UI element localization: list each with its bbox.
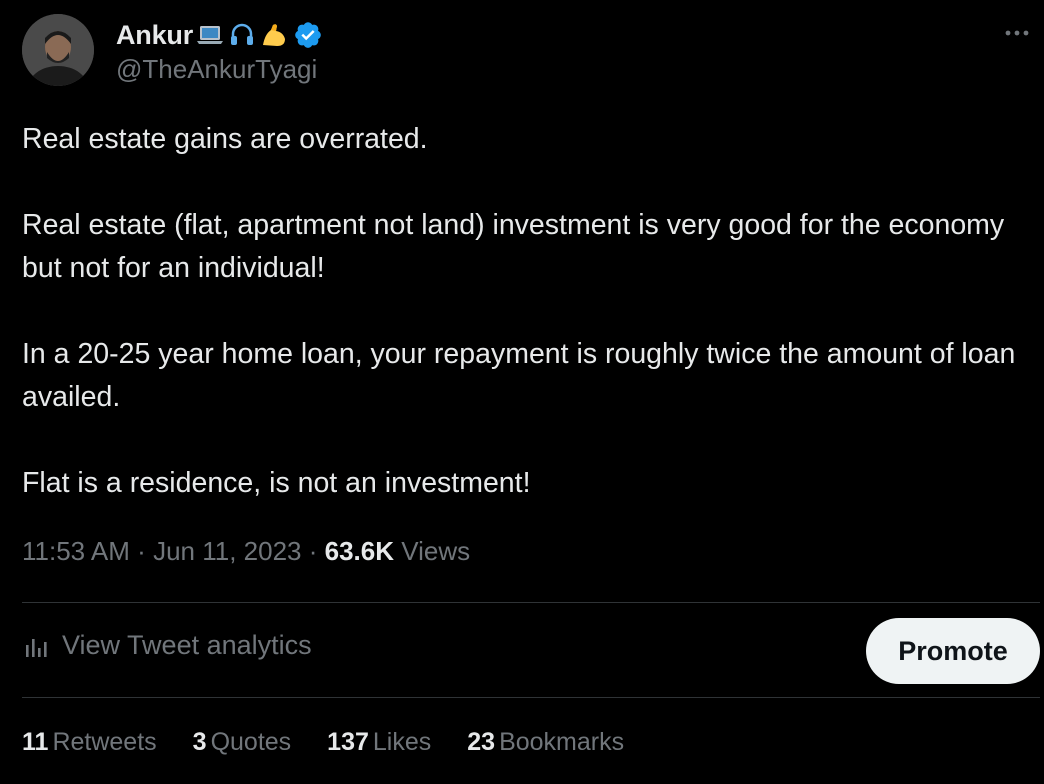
display-name[interactable]: Ankur [116, 20, 193, 51]
bookmarks-stat[interactable]: 23 Bookmarks [467, 728, 624, 757]
tweet-metadata: 11:53 AM · Jun 11, 2023 · 63.6K Views [22, 536, 470, 567]
tweet-date[interactable]: Jun 11, 2023 [153, 536, 301, 566]
retweets-stat[interactable]: 11 Retweets [22, 728, 157, 757]
avatar-image [22, 14, 94, 86]
tweet-paragraph: In a 20-25 year home loan, your repaymen… [22, 338, 1016, 413]
more-options-icon[interactable] [1002, 18, 1032, 48]
user-handle[interactable]: @TheAnkurTyagi [116, 54, 323, 85]
quotes-stat[interactable]: 3 Quotes [193, 728, 292, 757]
bookmarks-label: Bookmarks [499, 728, 625, 756]
tweet-header: Ankur @TheAnkurTyagi [22, 14, 1032, 90]
separator: · [308, 536, 318, 566]
author-block: Ankur @TheAnkurTyagi [116, 18, 323, 85]
flexed-biceps-emoji [259, 20, 289, 50]
headphone-emoji [227, 20, 257, 50]
divider [22, 602, 1040, 603]
laptop-emoji [195, 20, 225, 50]
name-row: Ankur [116, 18, 323, 52]
views-label: Views [401, 536, 471, 566]
likes-count: 137 [327, 728, 369, 756]
view-analytics-link[interactable]: View Tweet analytics [22, 630, 312, 661]
likes-stat[interactable]: 137 Likes [327, 728, 431, 757]
tweet-paragraph: Flat is a residence, is not an investmen… [22, 467, 531, 499]
avatar[interactable] [22, 14, 94, 86]
likes-label: Likes [372, 728, 432, 756]
tweet-body: Real estate gains are overrated. Real es… [22, 118, 1032, 505]
analytics-label: View Tweet analytics [62, 630, 312, 660]
tweet-time[interactable]: 11:53 AM [22, 536, 130, 566]
quotes-count: 3 [192, 728, 207, 756]
retweets-count: 11 [22, 728, 49, 756]
retweets-label: Retweets [52, 728, 157, 756]
tweet-paragraph: Real estate gains are overrated. [22, 123, 428, 155]
engagement-stats: 11 Retweets 3 Quotes 137 Likes 23 Bookmarks [22, 728, 660, 757]
verified-badge-icon[interactable] [293, 20, 323, 50]
tweet-paragraph: Real estate (flat, apartment not land) i… [22, 209, 1005, 284]
separator: · [137, 536, 146, 566]
analytics-icon [26, 638, 47, 657]
promote-button[interactable]: Promote [866, 618, 1040, 684]
divider [22, 697, 1040, 698]
views-count: 63.6K [324, 536, 395, 566]
quotes-label: Quotes [210, 728, 292, 756]
bookmarks-count: 23 [467, 728, 496, 756]
